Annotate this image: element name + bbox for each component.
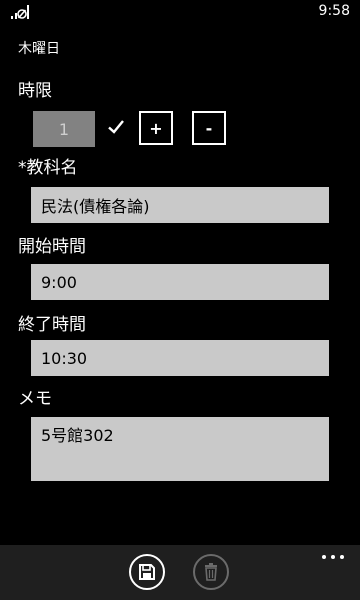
more-options-button[interactable] <box>322 555 344 561</box>
subject-label: *教科名 <box>18 158 78 178</box>
period-input[interactable] <box>33 111 95 147</box>
memo-textarea[interactable]: 5号館302 <box>31 417 329 481</box>
end-time-label: 終了時間 <box>18 315 86 335</box>
minus-label: - <box>205 118 213 138</box>
start-time-label: 開始時間 <box>18 237 86 257</box>
plus-label: + <box>149 118 163 138</box>
end-time-input[interactable] <box>31 340 329 376</box>
period-label: 時限 <box>18 81 52 101</box>
start-time-input[interactable] <box>31 264 329 300</box>
ellipsis-icon <box>331 555 335 559</box>
delete-icon <box>205 563 217 581</box>
app-bar <box>0 545 360 600</box>
signal-icon <box>11 5 29 19</box>
page-title: 木曜日 <box>18 41 60 57</box>
save-button[interactable] <box>129 554 165 590</box>
status-time: 9:58 <box>318 3 350 19</box>
period-plus-button[interactable]: + <box>139 111 173 145</box>
save-icon <box>139 564 155 580</box>
ellipsis-icon <box>340 555 344 559</box>
subject-input[interactable] <box>31 187 329 223</box>
period-minus-button[interactable]: - <box>192 111 226 145</box>
check-icon <box>108 120 124 134</box>
delete-button[interactable] <box>193 554 229 590</box>
memo-label: メモ <box>18 389 52 409</box>
status-bar: 9:58 <box>0 0 360 24</box>
ellipsis-icon <box>322 555 326 559</box>
